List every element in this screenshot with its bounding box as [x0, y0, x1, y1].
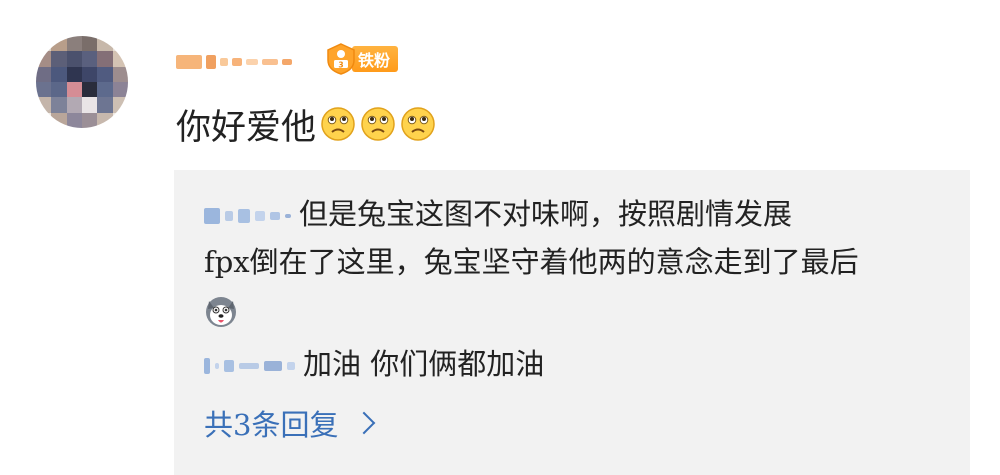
sad-face-icon: [321, 107, 355, 141]
svg-text:3: 3: [338, 61, 343, 70]
username[interactable]: [176, 44, 292, 80]
reply-1-text-line1: 但是兔宝这图不对味啊，按照剧情发展: [299, 197, 793, 231]
sad-face-icon: [361, 107, 395, 141]
replies-box: 但是兔宝这图不对味啊，按照剧情发展 fpx倒在了这里，兔宝坚守着他两的意念走到了…: [174, 170, 970, 475]
comment-text: 你好爱他: [176, 107, 317, 148]
reply-1-username[interactable]: [204, 208, 291, 224]
chevron-right-icon: [353, 411, 376, 435]
avatar[interactable]: [36, 36, 128, 128]
fan-level-icon: 3: [324, 42, 358, 76]
reply-2-text: 加油 你们俩都加油: [303, 347, 545, 381]
reply-2-username[interactable]: [204, 358, 295, 374]
comment-text-row: 你好爱他: [176, 98, 436, 150]
fan-badge[interactable]: 3 铁粉: [324, 42, 399, 76]
more-replies-label: 共3条回复: [204, 408, 339, 442]
reply-1-text-line2: fpx倒在了这里，兔宝坚守着他两的意念走到了最后: [204, 245, 859, 279]
sad-face-icon: [401, 107, 435, 141]
dog-emoji-icon: [206, 297, 236, 327]
reply-2[interactable]: 加油 你们俩都加油: [204, 340, 544, 388]
reply-1[interactable]: 但是兔宝这图不对味啊，按照剧情发展 fpx倒在了这里，兔宝坚守着他两的意念走到了…: [204, 190, 859, 334]
fan-badge-label: 铁粉: [352, 46, 399, 72]
view-more-replies-link[interactable]: 共3条回复: [204, 402, 376, 444]
